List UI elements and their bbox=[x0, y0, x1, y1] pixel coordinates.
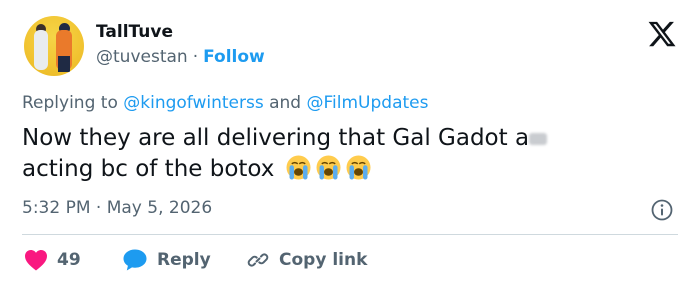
avatar[interactable] bbox=[24, 16, 84, 76]
follow-button[interactable]: Follow bbox=[203, 47, 265, 67]
link-icon bbox=[247, 253, 269, 267]
author-handle[interactable]: @tuvestan bbox=[96, 47, 188, 67]
author-handle-row: @tuvestan · Follow bbox=[96, 47, 265, 67]
speech-bubble-icon bbox=[123, 249, 147, 271]
copy-link-label: Copy link bbox=[279, 250, 368, 270]
x-logo-icon[interactable] bbox=[647, 19, 677, 49]
loudly-crying-face-icon bbox=[346, 155, 371, 180]
divider bbox=[22, 234, 678, 235]
reply-label: Reply bbox=[157, 250, 211, 270]
tweet-header: TallTuve @tuvestan · Follow bbox=[24, 16, 676, 78]
separator-dot: · bbox=[192, 47, 199, 67]
censored-word bbox=[529, 132, 548, 145]
tweet-text: Now they are all delivering that Gal Gad… bbox=[22, 123, 662, 185]
loudly-crying-face-icon bbox=[286, 155, 311, 180]
mention-link[interactable]: @FilmUpdates bbox=[307, 93, 429, 113]
reply-button[interactable]: Reply bbox=[122, 245, 211, 275]
reply-conjunction: and bbox=[269, 93, 302, 113]
tweet-text-line: acting bc of the botox bbox=[22, 156, 275, 182]
tweet-date: May 5, 2026 bbox=[106, 198, 213, 218]
mention-link[interactable]: @kingofwinterss bbox=[123, 93, 263, 113]
like-count: 49 bbox=[57, 250, 81, 270]
author-name[interactable]: TallTuve bbox=[96, 22, 173, 42]
separator-dot: · bbox=[95, 198, 102, 218]
reply-prefix: Replying to bbox=[22, 93, 118, 113]
tweet-text-line: Now they are all delivering that Gal Gad… bbox=[22, 125, 530, 151]
reply-context: Replying to @kingofwinterss and @FilmUpd… bbox=[22, 93, 428, 113]
heart-icon bbox=[25, 250, 47, 271]
like-button[interactable]: 49 bbox=[24, 245, 81, 275]
copy-link-button[interactable]: Copy link bbox=[246, 245, 367, 275]
tweet-time: 5:32 PM bbox=[22, 198, 91, 218]
loudly-crying-face-icon bbox=[316, 155, 341, 180]
tweet-timestamp[interactable]: 5:32 PM · May 5, 2026 bbox=[22, 198, 212, 218]
info-icon[interactable] bbox=[650, 198, 674, 222]
